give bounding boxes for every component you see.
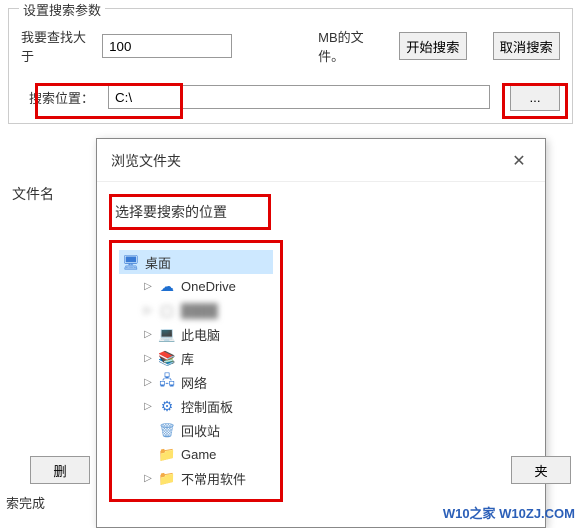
library-icon: 📚 (159, 350, 175, 366)
onedrive-icon: ☁ (159, 278, 175, 294)
expander-icon[interactable]: ▷ (143, 353, 153, 364)
close-icon[interactable]: ✕ (507, 149, 531, 173)
location-row: 搜索位置： ... (21, 83, 560, 111)
cancel-search-button[interactable]: 取消搜索 (493, 32, 560, 60)
tree-children: ▷ ☁ OneDrive ▷ ▢ ████ ▷ 💻 此电脑 ▷ 📚 库 ▷ (119, 274, 273, 490)
size-row: 我要查找大于 MB的文件。 开始搜索 取消搜索 (21, 27, 560, 65)
expander-icon[interactable]: ▷ (143, 401, 153, 412)
tree-item-label: ████ (181, 303, 218, 318)
tree-item-label: 库 (181, 349, 194, 368)
size-label-suffix: MB的文件。 (318, 27, 387, 65)
location-label: 搜索位置： (21, 84, 102, 111)
tree-item-label: 不常用软件 (181, 469, 246, 488)
blurred-icon: ▢ (159, 302, 175, 318)
group-title: 设置搜索参数 (19, 0, 105, 19)
tree-item-thispc[interactable]: ▷ 💻 此电脑 (139, 322, 273, 346)
tree-item-rarelyused[interactable]: ▷ 📁 不常用软件 (139, 466, 273, 490)
dialog-title-text: 浏览文件夹 (111, 151, 507, 171)
tree-item-blurred[interactable]: ▷ ▢ ████ (139, 298, 273, 322)
tree-item-onedrive[interactable]: ▷ ☁ OneDrive (139, 274, 273, 298)
delete-button[interactable]: 删 (30, 456, 90, 484)
pc-icon: 💻 (159, 326, 175, 342)
tree-item-label: 控制面板 (181, 397, 233, 416)
search-params-group: 设置搜索参数 我要查找大于 MB的文件。 开始搜索 取消搜索 搜索位置： ... (8, 8, 573, 124)
tree-item-label: OneDrive (181, 279, 236, 294)
size-label-prefix: 我要查找大于 (21, 27, 96, 65)
tree-item-label: 回收站 (181, 421, 220, 440)
dialog-message: 选择要搜索的位置 (111, 196, 269, 228)
tree-item-recyclebin[interactable]: ▷ 🗑 回收站 (139, 418, 273, 442)
folder-tree[interactable]: 🖥 桌面 ▷ ☁ OneDrive ▷ ▢ ████ ▷ 💻 此电脑 ▷ 📚 (111, 242, 281, 500)
tree-item-network[interactable]: ▷ 🖧 网络 (139, 370, 273, 394)
tree-root-label: 桌面 (145, 253, 171, 272)
recyclebin-icon: 🗑 (159, 422, 175, 438)
desktop-icon: 🖥 (123, 254, 139, 270)
tree-item-label: 网络 (181, 373, 207, 392)
network-icon: 🖧 (159, 374, 175, 390)
start-search-button[interactable]: 开始搜索 (399, 32, 466, 60)
filename-column-header: 文件名 (12, 184, 54, 204)
expander-icon[interactable]: ▷ (143, 329, 153, 340)
folder-icon: 📁 (159, 446, 175, 462)
folder-button[interactable]: 夹 (511, 456, 571, 484)
tree-item-label: 此电脑 (181, 325, 220, 344)
tree-item-libraries[interactable]: ▷ 📚 库 (139, 346, 273, 370)
browse-folder-dialog: 浏览文件夹 ✕ 选择要搜索的位置 🖥 桌面 ▷ ☁ OneDrive ▷ ▢ █… (96, 138, 546, 528)
watermark-text: W10之家 W10ZJ.COM (443, 503, 575, 522)
expander-icon[interactable]: ▷ (143, 473, 153, 484)
expander-icon[interactable]: ▷ (143, 377, 153, 388)
tree-item-label: Game (181, 447, 216, 462)
location-input[interactable] (108, 85, 490, 109)
tree-root-desktop[interactable]: 🖥 桌面 (119, 250, 273, 274)
controlpanel-icon: ⚙ (159, 398, 175, 414)
tree-item-controlpanel[interactable]: ▷ ⚙ 控制面板 (139, 394, 273, 418)
folder-icon: 📁 (159, 470, 175, 486)
dialog-titlebar: 浏览文件夹 ✕ (97, 139, 545, 182)
tree-item-game[interactable]: ▷ 📁 Game (139, 442, 273, 466)
expander-icon[interactable]: ▷ (143, 281, 153, 292)
size-input[interactable] (102, 34, 232, 58)
status-text: 索完成 (6, 493, 45, 512)
browse-button[interactable]: ... (510, 83, 560, 111)
expander-icon[interactable]: ▷ (143, 305, 153, 316)
